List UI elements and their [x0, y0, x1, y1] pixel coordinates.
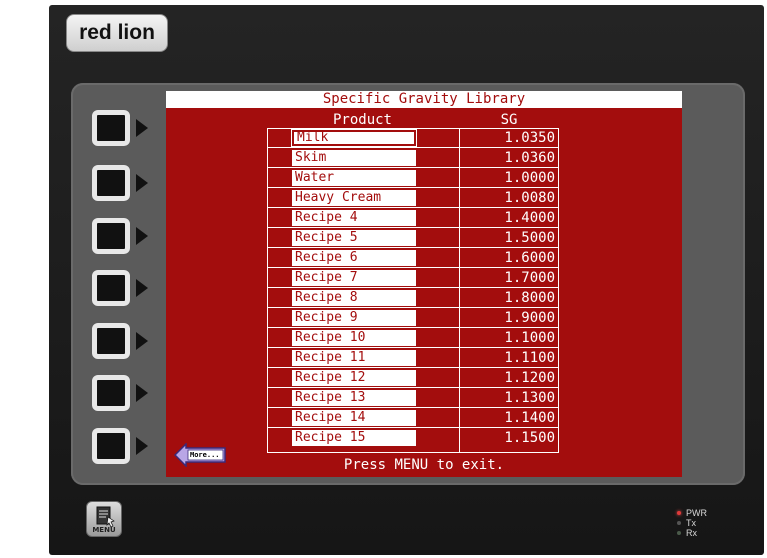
rx-led [677, 531, 681, 535]
sg-value: 1.0350 [504, 130, 555, 146]
product-name-field[interactable]: Recipe 4 [292, 210, 416, 226]
sg-value: 1.1100 [504, 350, 555, 366]
sg-value: 1.1400 [504, 410, 555, 426]
softkey-7-arrow-icon [136, 437, 148, 455]
product-name-field[interactable]: Recipe 14 [292, 410, 416, 426]
softkey-4[interactable] [92, 270, 130, 306]
sg-value: 1.1000 [504, 330, 555, 346]
product-name-field[interactable]: Recipe 9 [292, 310, 416, 326]
product-name-field[interactable]: Recipe 7 [292, 270, 416, 286]
led-tx-row: Tx [677, 518, 707, 528]
sg-value: 1.7000 [504, 270, 555, 286]
product-name-field[interactable]: Heavy Cream [292, 190, 416, 206]
product-name-field[interactable]: Skim [292, 150, 416, 166]
product-name-field[interactable]: Water [292, 170, 416, 186]
sg-value: 1.0080 [504, 190, 555, 206]
gravity-table: Milk 1.0350 Skim 1.0360 Water 1.0000 Heavy … [267, 128, 559, 453]
led-pwr-row: PWR [677, 508, 707, 518]
sg-value: 1.0360 [504, 150, 555, 166]
product-name-field[interactable]: Recipe 12 [292, 370, 416, 386]
table-row[interactable]: Recipe 11 1.1100 [268, 349, 558, 368]
pwr-label: PWR [686, 508, 707, 518]
led-rx-row: Rx [677, 528, 707, 538]
product-name-field[interactable]: Recipe 15 [292, 430, 416, 446]
sg-value: 1.5000 [504, 230, 555, 246]
table-row[interactable]: Recipe 5 1.5000 [268, 229, 558, 248]
display-screen: Specific Gravity Library Product SG Milk… [166, 91, 682, 477]
product-name-field[interactable]: Recipe 5 [292, 230, 416, 246]
sg-value: 1.1300 [504, 390, 555, 406]
softkey-1[interactable] [92, 110, 130, 146]
sg-value: 1.9000 [504, 310, 555, 326]
softkey-6[interactable] [92, 375, 130, 411]
table-row[interactable]: Skim 1.0360 [268, 149, 558, 168]
table-row[interactable]: Recipe 6 1.6000 [268, 249, 558, 268]
sg-value: 1.1500 [504, 430, 555, 446]
softkey-6-arrow-icon [136, 384, 148, 402]
sg-value: 1.6000 [504, 250, 555, 266]
table-row[interactable]: Milk 1.0350 [268, 129, 558, 148]
sg-column-header: SG [500, 112, 518, 128]
table-row[interactable]: Recipe 13 1.1300 [268, 389, 558, 408]
menu-button-label: MENU [92, 526, 116, 534]
product-name-field[interactable]: Recipe 10 [292, 330, 416, 346]
softkey-2-arrow-icon [136, 174, 148, 192]
logo-text: red lion [79, 21, 155, 44]
sg-value: 1.8000 [504, 290, 555, 306]
sg-value: 1.4000 [504, 210, 555, 226]
screen-title: Specific Gravity Library [166, 91, 682, 108]
tx-label: Tx [686, 518, 696, 528]
product-name-field[interactable]: Recipe 11 [292, 350, 416, 366]
table-row[interactable]: Recipe 14 1.1400 [268, 409, 558, 428]
softkey-5[interactable] [92, 323, 130, 359]
product-column-header: Product [332, 112, 392, 128]
sg-value: 1.0000 [504, 170, 555, 186]
product-name-field[interactable]: Recipe 6 [292, 250, 416, 266]
exit-hint: Press MENU to exit. [343, 457, 505, 473]
softkey-4-arrow-icon [136, 279, 148, 297]
softkey-7[interactable] [92, 428, 130, 464]
product-name-field[interactable]: Recipe 13 [292, 390, 416, 406]
red-lion-logo: red lion [66, 14, 168, 52]
table-row[interactable]: Recipe 12 1.1200 [268, 369, 558, 388]
product-name-field[interactable]: Milk [291, 129, 417, 147]
table-row[interactable]: Recipe 8 1.8000 [268, 289, 558, 308]
softkey-2[interactable] [92, 165, 130, 201]
rx-label: Rx [686, 528, 697, 538]
status-leds: PWR Tx Rx [677, 508, 707, 538]
table-row[interactable]: Recipe 4 1.4000 [268, 209, 558, 228]
tx-led [677, 521, 681, 525]
softkey-3[interactable] [92, 218, 130, 254]
sg-value: 1.1200 [504, 370, 555, 386]
table-row[interactable]: Water 1.0000 [268, 169, 558, 188]
table-row[interactable]: Recipe 15 1.1500 [268, 429, 558, 448]
table-row[interactable]: Recipe 10 1.1000 [268, 329, 558, 348]
softkey-1-arrow-icon [136, 119, 148, 137]
softkey-5-arrow-icon [136, 332, 148, 350]
table-row[interactable]: Recipe 7 1.7000 [268, 269, 558, 288]
pwr-led [677, 511, 681, 515]
table-row[interactable]: Recipe 9 1.9000 [268, 309, 558, 328]
table-row[interactable]: Heavy Cream 1.0080 [268, 189, 558, 208]
product-name-field[interactable]: Recipe 8 [292, 290, 416, 306]
softkey-3-arrow-icon [136, 227, 148, 245]
menu-button[interactable]: MENU [86, 501, 122, 537]
